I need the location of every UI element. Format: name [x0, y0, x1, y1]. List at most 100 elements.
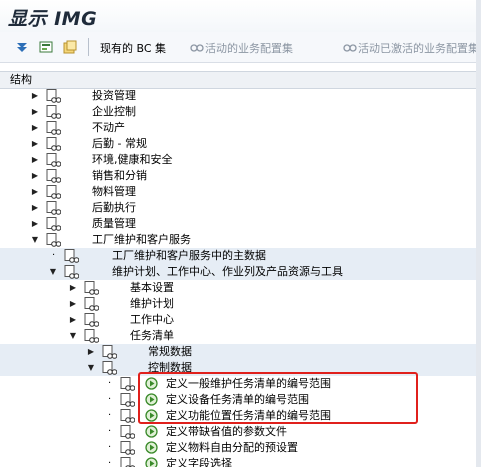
- tree-node[interactable]: ▶ 工作中心: [0, 312, 481, 328]
- leaf-dot: ·: [108, 442, 112, 453]
- tree-node-label: 不动产: [92, 121, 125, 134]
- document-glasses-icon: [120, 441, 135, 455]
- tree-node-label: 工厂维护和客户服务: [92, 233, 191, 246]
- document-glasses-icon: [46, 137, 61, 151]
- img-tree: ▶ 投资管理 ▶ 企业控制 ▶ 不动产 ▶ 后勤 - 常规 ▶ 环境,健康和安全…: [0, 88, 481, 467]
- structure-header: 结构: [0, 71, 481, 89]
- document-glasses-icon: [120, 377, 135, 391]
- execute-clock-icon[interactable]: [145, 409, 158, 422]
- document-glasses-icon: [120, 425, 135, 439]
- execute-clock-icon[interactable]: [145, 393, 158, 406]
- active-config-activated-button[interactable]: 活动已激活的业务配置集: [358, 40, 479, 56]
- tree-node-label: 基本设置: [130, 281, 174, 294]
- leaf-dot: ·: [108, 394, 112, 405]
- tree-node[interactable]: ▶ 物料管理: [0, 184, 481, 200]
- leaf-dot: ·: [108, 426, 112, 437]
- tree-node[interactable]: ▼ 任务清单: [0, 328, 481, 344]
- tree-leaf[interactable]: · 定义字段选择: [0, 456, 481, 467]
- leaf-dot: ·: [108, 458, 112, 467]
- tree-node[interactable]: ▶ 后勤执行: [0, 200, 481, 216]
- expand-arrow-icon[interactable]: ▶: [86, 344, 96, 360]
- tree-node[interactable]: ▶ 不动产: [0, 120, 481, 136]
- tree-leaf[interactable]: · 定义设备任务清单的编号范围: [0, 392, 481, 408]
- collapse-arrow-icon[interactable]: ▼: [48, 264, 58, 280]
- collapse-arrow-icon[interactable]: ▼: [68, 328, 78, 344]
- document-glasses-icon: [46, 185, 61, 199]
- expand-arrow-icon[interactable]: ▶: [30, 104, 40, 120]
- document-glasses-icon: [84, 297, 99, 311]
- active-config-set-button[interactable]: 活动的业务配置集: [205, 40, 293, 56]
- document-glasses-icon: [120, 457, 135, 467]
- title-bar: 显示 IMG: [0, 0, 481, 32]
- expand-arrow-icon[interactable]: ▶: [30, 88, 40, 104]
- expand-arrow-icon[interactable]: ▶: [30, 152, 40, 168]
- tree-node-label: 定义设备任务清单的编号范围: [166, 393, 309, 406]
- tree-node-label: 后勤 - 常规: [92, 137, 147, 150]
- tree-leaf[interactable]: · 定义带缺省值的参数文件: [0, 424, 481, 440]
- tree-node-label: 质量管理: [92, 217, 136, 230]
- document-glasses-icon: [84, 313, 99, 327]
- document-glasses-icon: [120, 393, 135, 407]
- expand-all-icon[interactable]: [14, 39, 30, 55]
- tree-node[interactable]: ▼ 维护计划、工作中心、作业列及产品资源与工具: [0, 264, 481, 280]
- tree-node[interactable]: ▶ 维护计划: [0, 296, 481, 312]
- tree-leaf[interactable]: · 定义物料自由分配的预设置: [0, 440, 481, 456]
- current-bc-set-button[interactable]: 现有的 BC 集: [100, 40, 166, 56]
- execute-clock-icon[interactable]: [145, 457, 158, 467]
- execute-clock-icon[interactable]: [145, 377, 158, 390]
- tree-node-label: 企业控制: [92, 105, 136, 118]
- expand-arrow-icon[interactable]: ▶: [30, 216, 40, 232]
- expand-arrow-icon[interactable]: ▶: [30, 136, 40, 152]
- vertical-scrollbar[interactable]: [476, 0, 481, 467]
- document-glasses-icon: [46, 169, 61, 183]
- collapse-arrow-icon[interactable]: ▼: [86, 360, 96, 376]
- expand-arrow-icon[interactable]: ▶: [68, 312, 78, 328]
- tree-node-label: 定义一般维护任务清单的编号范围: [166, 377, 331, 390]
- execute-clock-icon[interactable]: [145, 441, 158, 454]
- tree-node-label: 常规数据: [148, 345, 192, 358]
- tree-node[interactable]: ▼ 工厂维护和客户服务: [0, 232, 481, 248]
- leaf-dot: ·: [52, 250, 56, 261]
- expand-arrow-icon[interactable]: ▶: [30, 184, 40, 200]
- document-glasses-icon: [64, 249, 79, 263]
- document-glasses-icon: [84, 281, 99, 295]
- document-glasses-icon: [84, 329, 99, 343]
- tree-node-label: 工厂维护和客户服务中的主数据: [112, 249, 266, 262]
- expand-arrow-icon[interactable]: ▶: [68, 280, 78, 296]
- collapse-arrow-icon[interactable]: ▼: [30, 232, 40, 248]
- execute-clock-icon[interactable]: [145, 425, 158, 438]
- document-glasses-icon: [46, 153, 61, 167]
- leaf-dot: ·: [108, 410, 112, 421]
- tree-node[interactable]: ▶ 销售和分销: [0, 168, 481, 184]
- toolbar-separator: [88, 38, 89, 56]
- expand-arrow-icon[interactable]: ▶: [30, 168, 40, 184]
- document-glasses-icon: [64, 265, 79, 279]
- find-icon[interactable]: [38, 39, 54, 55]
- tree-node[interactable]: ▶ 后勤 - 常规: [0, 136, 481, 152]
- tree-node[interactable]: ▶ 常规数据: [0, 344, 481, 360]
- tree-node-label: 定义物料自由分配的预设置: [166, 441, 298, 454]
- tree-node[interactable]: ▶ 投资管理: [0, 88, 481, 104]
- tree-leaf[interactable]: · 定义一般维护任务清单的编号范围: [0, 376, 481, 392]
- expand-arrow-icon[interactable]: ▶: [30, 120, 40, 136]
- tree-node[interactable]: ▶ 基本设置: [0, 280, 481, 296]
- glasses-icon: [343, 44, 357, 52]
- bookmark-icon[interactable]: [62, 39, 78, 55]
- tree-node[interactable]: ▶ 环境,健康和安全: [0, 152, 481, 168]
- tree-node-label: 控制数据: [148, 361, 192, 374]
- tree-node-label: 销售和分销: [92, 169, 147, 182]
- tree-node-label: 定义带缺省值的参数文件: [166, 425, 287, 438]
- document-glasses-icon: [46, 217, 61, 231]
- tree-leaf[interactable]: · 定义功能位置任务清单的编号范围: [0, 408, 481, 424]
- expand-arrow-icon[interactable]: ▶: [68, 296, 78, 312]
- expand-arrow-icon[interactable]: ▶: [30, 200, 40, 216]
- document-glasses-icon: [46, 105, 61, 119]
- tree-node[interactable]: ▶ 企业控制: [0, 104, 481, 120]
- structure-header-label: 结构: [10, 73, 32, 86]
- tree-node[interactable]: · 工厂维护和客户服务中的主数据: [0, 248, 481, 264]
- tree-node-label: 维护计划、工作中心、作业列及产品资源与工具: [112, 265, 343, 278]
- tree-node-label: 环境,健康和安全: [92, 153, 173, 166]
- tree-node[interactable]: ▶ 质量管理: [0, 216, 481, 232]
- document-glasses-icon: [46, 233, 61, 247]
- tree-node[interactable]: ▼ 控制数据: [0, 360, 481, 376]
